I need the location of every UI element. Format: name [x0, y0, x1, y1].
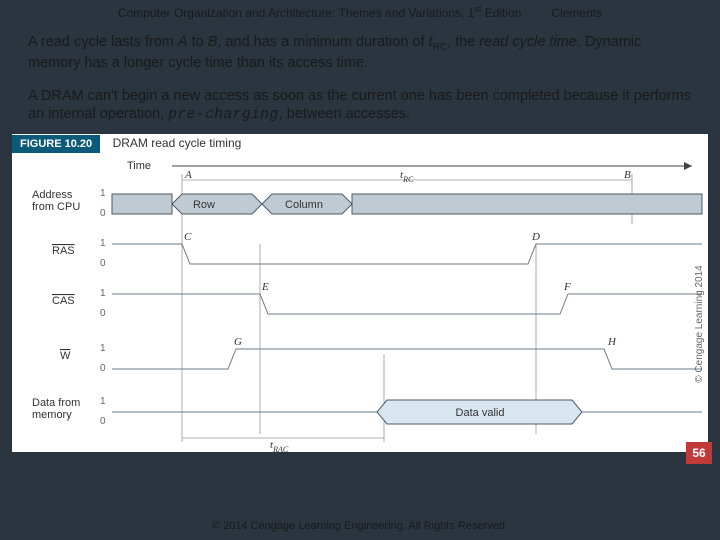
paragraph-2: A DRAM can't begin a new access as soon …: [0, 77, 720, 128]
book-title: Computer Organization and Architecture: …: [118, 6, 474, 20]
svg-text:0: 0: [100, 308, 106, 319]
figure-caption: DRAM read cycle timing: [105, 136, 242, 150]
svg-text:B: B: [624, 169, 631, 181]
svg-text:Address: Address: [32, 189, 73, 201]
svg-text:Data valid: Data valid: [456, 407, 505, 419]
svg-text:© Cengage Learning 2014: © Cengage Learning 2014: [694, 265, 705, 383]
svg-text:Column: Column: [285, 199, 323, 211]
slide-header: Computer Organization and Architecture: …: [0, 0, 720, 23]
svg-text:1: 1: [100, 288, 106, 299]
svg-text:tRAC: tRAC: [270, 439, 289, 452]
svg-text:0: 0: [100, 416, 106, 427]
paragraph-1: A read cycle lasts from A to B, and has …: [0, 23, 720, 77]
page-number-badge: 56: [686, 442, 712, 464]
svg-text:0: 0: [100, 363, 106, 374]
svg-text:G: G: [234, 336, 242, 348]
svg-text:E: E: [261, 281, 269, 293]
svg-text:F: F: [563, 281, 571, 293]
svg-text:Data from: Data from: [32, 397, 80, 409]
svg-text:1: 1: [100, 396, 106, 407]
svg-text:1: 1: [100, 238, 106, 249]
svg-text:Time: Time: [127, 160, 151, 172]
svg-text:1: 1: [100, 188, 106, 199]
copyright-footer: © 2014 Cengage Learning Engineering. All…: [0, 520, 720, 532]
edition-suffix: Edition: [481, 6, 521, 20]
svg-text:0: 0: [100, 258, 106, 269]
svg-text:CAS: CAS: [52, 295, 75, 307]
figure-box: FIGURE 10.20 DRAM read cycle timing Time…: [12, 134, 708, 452]
svg-text:RAS: RAS: [52, 245, 75, 257]
svg-text:1: 1: [100, 343, 106, 354]
author-name: Clements: [551, 6, 602, 20]
svg-text:Row: Row: [193, 199, 215, 211]
svg-text:memory: memory: [32, 409, 72, 421]
figure-label: FIGURE 10.20: [12, 135, 100, 153]
svg-text:C: C: [184, 231, 192, 243]
svg-text:W: W: [60, 350, 71, 362]
timing-diagram: Time A B tRC Address from CPU 1 0 Row Co…: [12, 154, 708, 452]
svg-text:H: H: [607, 336, 617, 348]
svg-text:0: 0: [100, 208, 106, 219]
svg-text:A: A: [184, 169, 192, 181]
svg-text:D: D: [531, 231, 540, 243]
svg-text:from CPU: from CPU: [32, 201, 80, 213]
svg-text:tRC: tRC: [400, 169, 414, 184]
